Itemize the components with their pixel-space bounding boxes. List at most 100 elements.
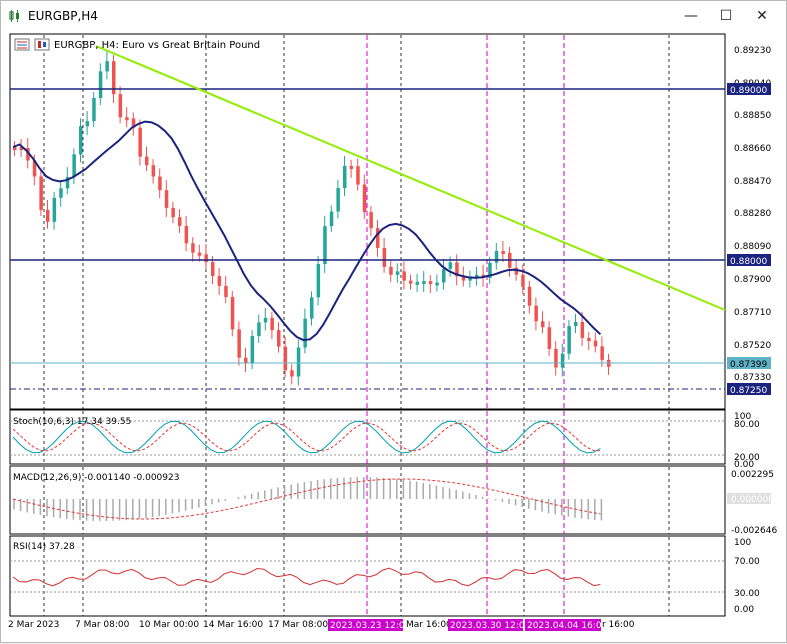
title-bar[interactable]: EURGBP,H4 — ☐ ✕ xyxy=(1,1,786,32)
candle-body xyxy=(184,226,189,244)
candle-body xyxy=(382,247,387,267)
macd-axis: 0.002295 0.000000 -0.002646 xyxy=(727,470,777,536)
candle-body xyxy=(118,94,123,118)
time-label: 14 Mar 16:00 xyxy=(203,620,263,630)
time-axis: 2 Mar 2023 7 Mar 08:00 10 Mar 00:00 14 M… xyxy=(8,619,635,631)
candle-body xyxy=(250,336,255,364)
stoch-tick: 80.00 xyxy=(734,420,760,430)
macd-legend: MACD(12,26,9) -0.001140 -0.000923 xyxy=(13,473,179,483)
time-label: 17 Mar 08:00 xyxy=(268,620,328,630)
candle-body xyxy=(362,184,367,213)
candle-body xyxy=(138,127,142,157)
candle-body xyxy=(237,329,241,358)
price-label-087250: 0.87250 xyxy=(730,386,767,396)
candle-body xyxy=(211,262,215,277)
maximize-icon: ☐ xyxy=(719,8,733,24)
candle-body xyxy=(494,251,499,263)
candle-body xyxy=(389,266,393,275)
price-tick: 0.87710 xyxy=(734,308,771,318)
candle-body xyxy=(46,209,50,222)
close-button[interactable]: ✕ xyxy=(748,5,776,27)
candle-body xyxy=(125,117,129,121)
price-tick: 0.88280 xyxy=(734,209,771,219)
time-label: 2 Mar 2023 xyxy=(8,620,59,630)
price-tick: 0.89230 xyxy=(734,46,771,56)
candle-body xyxy=(343,165,347,188)
candle-body xyxy=(85,121,90,127)
price-label-088000: 0.88000 xyxy=(730,257,767,267)
candle-body xyxy=(422,281,426,285)
time-label-highlight: 2023.03.30 12:00 xyxy=(450,621,531,631)
time-label-highlight: 2023.03.23 12:00 xyxy=(330,621,411,631)
price-tick: 0.87520 xyxy=(734,341,771,351)
price-tick: 0.88470 xyxy=(734,177,771,187)
price-label-089000: 0.89000 xyxy=(730,86,767,96)
candle-body xyxy=(600,346,604,360)
price-tick: 0.88090 xyxy=(734,242,771,252)
candle-body xyxy=(428,281,433,285)
time-label: r 16:00 xyxy=(602,620,635,630)
candle-body xyxy=(593,340,598,347)
candle-body xyxy=(283,346,288,371)
stoch-tick: 0.00 xyxy=(734,460,754,470)
price-label-current: 0.87399 xyxy=(730,360,767,370)
candle-body xyxy=(442,268,446,283)
chart-legend-text: EURGBP, H4: Euro vs Great Britain Pound xyxy=(54,40,260,51)
stoch-legend: Stoch(10,6,3) 17.34 39.55 xyxy=(13,417,131,427)
candle-body xyxy=(290,370,294,377)
window-title: EURGBP,H4 xyxy=(28,9,98,23)
rsi-legend: RSI(14) 37.28 xyxy=(13,542,75,552)
price-tick: 0.87330 xyxy=(734,373,771,383)
candle-body xyxy=(329,211,334,227)
candle-body xyxy=(409,280,413,284)
candle-body xyxy=(316,263,321,298)
candle-body xyxy=(39,176,43,210)
candle-body xyxy=(270,317,274,331)
stoch-axis: 100 80.00 20.00 0.00 xyxy=(734,412,760,470)
candle-body xyxy=(435,282,439,286)
rsi-axis: 100 70.00 30.00 0.00 xyxy=(734,538,760,615)
candle-body xyxy=(72,154,76,178)
candle-body xyxy=(277,330,281,347)
time-label: Mar 16:00 xyxy=(406,620,452,630)
candle-body xyxy=(303,318,307,348)
candle-body xyxy=(105,61,109,72)
chart-window: EURGBP,H4 — ☐ ✕ EURGBP, H4: Euro vs Grea… xyxy=(0,0,787,643)
minimize-icon: — xyxy=(684,8,698,24)
candle-body xyxy=(356,166,360,185)
candle-body xyxy=(296,347,301,377)
candle-body xyxy=(158,176,162,191)
rsi-tick: 100 xyxy=(734,538,751,548)
candle-body xyxy=(151,165,156,177)
time-label-highlight: 2023.04.04 16:00 xyxy=(527,621,608,631)
candle-body xyxy=(534,305,538,322)
candle-body xyxy=(197,252,202,256)
chart-canvas[interactable]: EURGBP, H4: Euro vs Great Britain Pound … xyxy=(1,32,787,644)
candle-body xyxy=(547,327,552,349)
minimize-button[interactable]: — xyxy=(677,5,705,27)
candle-body xyxy=(560,353,565,368)
candle-body xyxy=(567,326,571,354)
candle-body xyxy=(230,296,235,330)
candle-body xyxy=(323,226,327,264)
rsi-tick: 30.00 xyxy=(734,589,760,599)
candle-body xyxy=(415,281,420,285)
candle-body xyxy=(587,337,591,341)
candle-body xyxy=(336,187,340,212)
candle-body xyxy=(191,243,195,253)
candle-body xyxy=(395,271,400,275)
candle-body xyxy=(59,188,63,198)
candle-body xyxy=(79,126,83,155)
macd-tick: 0.000000 xyxy=(731,495,774,505)
candle-body xyxy=(376,228,380,248)
candle-body xyxy=(310,297,314,319)
time-label: 7 Mar 08:00 xyxy=(75,620,130,630)
candle-body xyxy=(521,274,525,287)
candle-body xyxy=(204,254,208,263)
maximize-button[interactable]: ☐ xyxy=(712,5,740,27)
candle-body xyxy=(257,322,261,337)
rsi-tick: 0.00 xyxy=(734,605,754,615)
close-icon: ✕ xyxy=(756,8,768,24)
price-axis: 0.89230 0.89040 0.88850 0.88660 0.88470 … xyxy=(727,46,771,396)
candle-body xyxy=(171,207,175,218)
